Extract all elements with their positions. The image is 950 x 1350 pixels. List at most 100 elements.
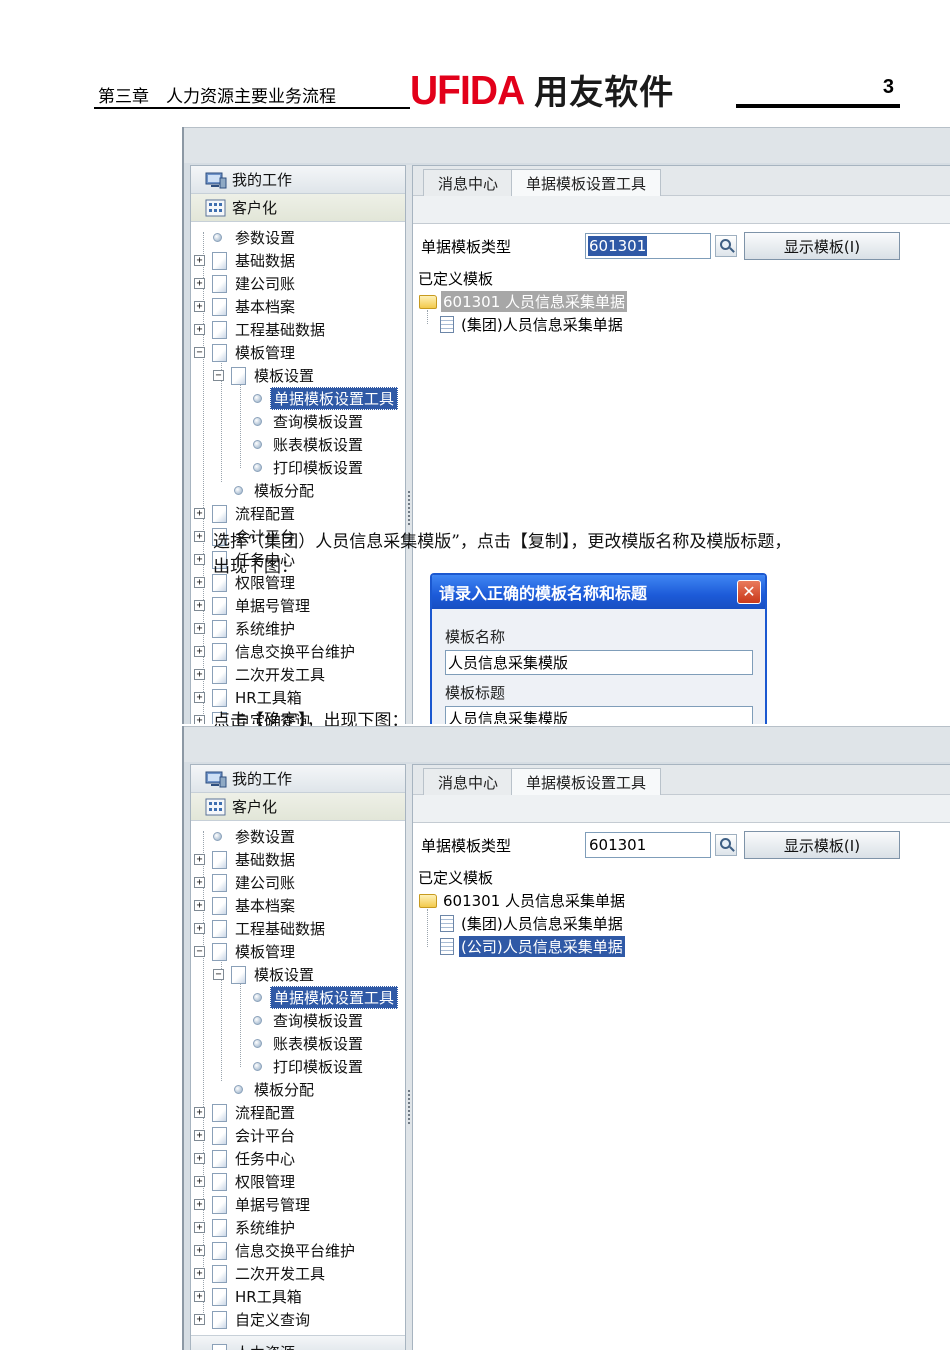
expand-icon[interactable]: + <box>194 900 205 911</box>
expand-icon[interactable]: + <box>194 1107 205 1118</box>
tab-message-center[interactable]: 消息中心 <box>423 169 514 196</box>
tree-item-info-exchange[interactable]: + 信息交换平台维护 <box>191 1239 405 1262</box>
nav-header-label: 客户化 <box>232 199 278 217</box>
expand-icon[interactable]: + <box>194 508 205 519</box>
expand-icon[interactable]: + <box>194 854 205 865</box>
tree-item-param-settings[interactable]: 参数设置 <box>191 226 405 249</box>
tree-item-custom-query[interactable]: + 自定义查询 <box>191 1308 405 1331</box>
tree-item-voucher-no-mgmt[interactable]: + 单据号管理 <box>191 594 405 617</box>
tree-item-print-template[interactable]: 打印模板设置 <box>191 456 405 479</box>
nav-header-customize[interactable]: 客户化 <box>191 793 405 821</box>
tree-item-accounting-platform[interactable]: + 会计平台 <box>191 1124 405 1147</box>
tree-item-engineering-data[interactable]: + 工程基础数据 <box>191 318 405 341</box>
tree-item-voucher-template-tool[interactable]: 单据模板设置工具 <box>191 387 405 410</box>
expand-icon[interactable]: + <box>194 1268 205 1279</box>
tab-message-center[interactable]: 消息中心 <box>423 768 514 795</box>
tree-item-permission-mgmt[interactable]: + 权限管理 <box>191 1170 405 1193</box>
tree-item-template-assign[interactable]: 模板分配 <box>191 479 405 502</box>
expand-icon[interactable]: + <box>194 531 205 542</box>
tree-item-param-settings[interactable]: 参数设置 <box>191 825 405 848</box>
tree-item-voucher-no-mgmt[interactable]: + 单据号管理 <box>191 1193 405 1216</box>
expand-icon[interactable]: + <box>194 324 205 335</box>
tree-item-report-template[interactable]: 账表模板设置 <box>191 433 405 456</box>
tree-item-process-config[interactable]: + 流程配置 <box>191 502 405 525</box>
tree-item-basic-archive[interactable]: + 基本档案 <box>191 894 405 917</box>
collapse-icon[interactable]: − <box>194 946 205 957</box>
tree-item-label: 模板设置 <box>254 966 315 984</box>
template-company-node[interactable]: (公司)人员信息采集单据 <box>459 936 625 957</box>
tree-item-template-mgmt[interactable]: − 模板管理 <box>191 341 405 364</box>
splitter-grip[interactable] <box>408 1090 410 1124</box>
expand-icon[interactable]: + <box>194 577 205 588</box>
expand-icon[interactable]: + <box>194 623 205 634</box>
nav-header-customize[interactable]: 客户化 <box>191 194 405 222</box>
tree-item-report-template[interactable]: 账表模板设置 <box>191 1032 405 1055</box>
tree-item-voucher-template-tool[interactable]: 单据模板设置工具 <box>191 986 405 1009</box>
tree-item-info-exchange[interactable]: + 信息交换平台维护 <box>191 640 405 663</box>
tree-item-secondary-dev[interactable]: + 二次开发工具 <box>191 663 405 686</box>
tree-item-template-settings[interactable]: − 模板设置 <box>191 364 405 387</box>
expand-icon[interactable]: + <box>194 1314 205 1325</box>
expand-icon[interactable]: + <box>194 1130 205 1141</box>
show-template-button[interactable]: 显示模板(I) <box>744 232 900 260</box>
collapse-icon[interactable]: − <box>213 370 224 381</box>
expand-icon[interactable]: + <box>194 301 205 312</box>
tree-item-basic-data[interactable]: + 基础数据 <box>191 848 405 871</box>
template-type-input[interactable]: 601301 <box>585 233 711 259</box>
expand-icon[interactable]: + <box>194 715 205 724</box>
expand-icon[interactable]: + <box>194 1199 205 1210</box>
tree-item-system-maint[interactable]: + 系统维护 <box>191 1216 405 1239</box>
search-button[interactable] <box>715 235 737 257</box>
expand-icon[interactable]: + <box>194 554 205 565</box>
expand-icon[interactable]: + <box>194 1153 205 1164</box>
tree-item-basic-archive[interactable]: + 基本档案 <box>191 295 405 318</box>
close-icon[interactable]: ✕ <box>737 580 761 604</box>
tree-item-print-template[interactable]: 打印模板设置 <box>191 1055 405 1078</box>
tree-item-process-config[interactable]: + 流程配置 <box>191 1101 405 1124</box>
collapse-icon[interactable]: − <box>213 969 224 980</box>
nav-header-human-resources[interactable]: 人力资源 <box>191 1335 405 1350</box>
dialog-titlebar[interactable]: 请录入正确的模板名称和标题 <box>432 575 765 609</box>
show-template-button[interactable]: 显示模板(I) <box>744 831 900 859</box>
template-title-input[interactable]: 人员信息采集模版 <box>445 706 753 724</box>
tree-item-query-template[interactable]: 查询模板设置 <box>191 410 405 433</box>
template-name-input[interactable]: 人员信息采集模版 <box>445 650 753 675</box>
tree-item-engineering-data[interactable]: + 工程基础数据 <box>191 917 405 940</box>
expand-icon[interactable]: + <box>194 1222 205 1233</box>
expand-icon[interactable]: + <box>194 255 205 266</box>
expand-icon[interactable]: + <box>194 1291 205 1302</box>
template-group-node[interactable]: (集团)人员信息采集单据 <box>461 314 623 335</box>
template-type-input[interactable]: 601301 <box>585 832 711 858</box>
tree-item-create-account[interactable]: + 建公司账 <box>191 871 405 894</box>
tree-item-hr-toolbox[interactable]: + HR工具箱 <box>191 1285 405 1308</box>
expand-icon[interactable]: + <box>194 877 205 888</box>
expand-icon[interactable]: + <box>194 1245 205 1256</box>
tree-item-basic-data[interactable]: + 基础数据 <box>191 249 405 272</box>
tree-item-template-assign[interactable]: 模板分配 <box>191 1078 405 1101</box>
template-root-node[interactable]: 601301 人员信息采集单据 <box>441 291 628 312</box>
collapse-icon[interactable]: − <box>194 347 205 358</box>
expand-icon[interactable]: + <box>194 923 205 934</box>
tab-voucher-template-tool[interactable]: 单据模板设置工具 <box>511 169 662 196</box>
tree-item-create-account[interactable]: + 建公司账 <box>191 272 405 295</box>
tab-voucher-template-tool[interactable]: 单据模板设置工具 <box>511 768 662 795</box>
template-group-node[interactable]: (集团)人员信息采集单据 <box>461 913 623 934</box>
splitter-grip[interactable] <box>408 491 410 525</box>
nav-header-my-work[interactable]: 我的工作 <box>191 765 405 793</box>
expand-icon[interactable]: + <box>194 278 205 289</box>
tree-item-query-template[interactable]: 查询模板设置 <box>191 1009 405 1032</box>
expand-icon[interactable]: + <box>194 692 205 703</box>
tree-item-system-maint[interactable]: + 系统维护 <box>191 617 405 640</box>
search-button[interactable] <box>715 834 737 856</box>
tree-item-template-settings[interactable]: − 模板设置 <box>191 963 405 986</box>
expand-icon[interactable]: + <box>194 669 205 680</box>
expand-icon[interactable]: + <box>194 646 205 657</box>
expand-icon[interactable]: + <box>194 1176 205 1187</box>
nav-header-my-work[interactable]: 我的工作 <box>191 166 405 194</box>
tree-item-task-center[interactable]: + 任务中心 <box>191 1147 405 1170</box>
tree-item-template-mgmt[interactable]: − 模板管理 <box>191 940 405 963</box>
template-type-value: 601301 <box>589 836 647 854</box>
expand-icon[interactable]: + <box>194 600 205 611</box>
tree-item-secondary-dev[interactable]: + 二次开发工具 <box>191 1262 405 1285</box>
template-root-node[interactable]: 601301 人员信息采集单据 <box>443 890 625 911</box>
